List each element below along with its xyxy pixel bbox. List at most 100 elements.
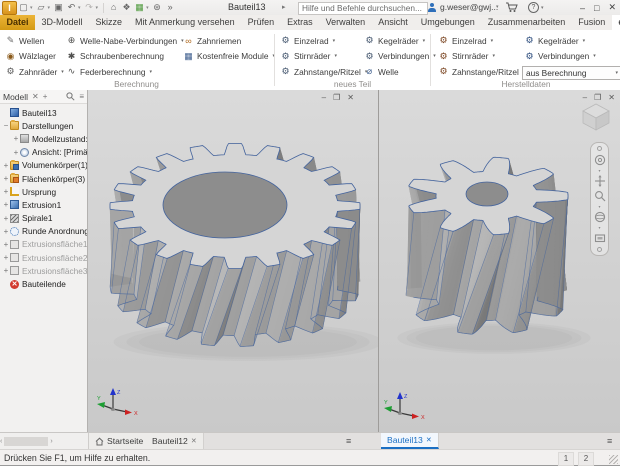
- tree-item-darstellungen[interactable]: − Darstellungen: [0, 119, 87, 132]
- restore-button[interactable]: ❐: [594, 93, 601, 102]
- dropdown-arrow-icon[interactable]: ▾: [492, 53, 495, 59]
- chevron-down-icon[interactable]: ▾: [96, 5, 99, 11]
- ribbon-button-kegelraeder-herstell[interactable]: ⚙ Kegelräder ▾: [522, 33, 620, 49]
- resize-grip[interactable]: [609, 455, 618, 464]
- tree-item-spirale1[interactable]: + Spirale1: [0, 212, 87, 225]
- tab-pruefen[interactable]: Prüfen: [241, 15, 281, 30]
- tree-expander[interactable]: +: [2, 240, 10, 249]
- document-switch-arrow-icon[interactable]: ▸: [282, 0, 286, 15]
- redo-icon[interactable]: ↷: [85, 0, 94, 15]
- user-avatar-icon[interactable]: [427, 3, 436, 12]
- ribbon-button-verbindungen-neu[interactable]: ⚙ Verbindungen ▾: [362, 49, 438, 65]
- tree-expander[interactable]: +: [12, 148, 20, 157]
- tree-item-modellzustand[interactable]: + Modellzustand: [: [0, 132, 87, 145]
- view-cube[interactable]: [578, 100, 614, 132]
- tree-item-extrusionsflaeche1[interactable]: + Extrusionsfläche1: [0, 238, 87, 251]
- viewport-window-left[interactable]: – ❐ ✕ Z Y X: [88, 90, 379, 432]
- pan-icon[interactable]: [594, 175, 606, 187]
- gear-model-small[interactable]: [379, 90, 620, 432]
- tree-expander[interactable]: +: [2, 253, 10, 262]
- tab-skizze[interactable]: Skizze: [89, 15, 129, 30]
- tab-bauteil12[interactable]: Bauteil12 ✕: [146, 433, 204, 449]
- open-file-icon[interactable]: ▱: [37, 0, 46, 15]
- close-button[interactable]: ✕: [608, 93, 615, 102]
- ribbon-button-zahnstange-ritzel-neu[interactable]: ⚙ Zahnstange/Ritzel ▾: [278, 64, 369, 80]
- navbar-handle-icon[interactable]: [597, 146, 602, 151]
- chevron-down-icon[interactable]: ▾: [598, 226, 600, 229]
- tab-zusammenarbeiten[interactable]: Zusammenarbeiten: [481, 15, 572, 30]
- dropdown-arrow-icon[interactable]: ▾: [491, 38, 494, 44]
- store-cart-icon[interactable]: [505, 1, 518, 13]
- tab-umgebungen[interactable]: Umgebungen: [414, 15, 481, 30]
- tree-item-runde-anordnung1[interactable]: + Runde Anordnung1: [0, 225, 87, 238]
- settings-wheel-icon[interactable]: ⊛: [153, 0, 162, 15]
- dropdown-arrow-icon[interactable]: ▾: [583, 38, 586, 44]
- gear-model-large[interactable]: [88, 90, 378, 432]
- scroll-left-icon[interactable]: ‹: [0, 438, 2, 445]
- tab-ansicht[interactable]: Ansicht: [372, 15, 415, 30]
- browser-tab-label[interactable]: Modell: [3, 92, 28, 102]
- chevron-down-icon[interactable]: ▾: [598, 169, 600, 172]
- chevron-down-icon[interactable]: ▾: [496, 0, 499, 15]
- ribbon-button-zahnstange-ritzel-herstell[interactable]: ⚙ Zahnstange/Ritzel ▾: [436, 64, 527, 80]
- tree-expander[interactable]: +: [2, 200, 10, 209]
- chevron-down-icon[interactable]: ▾: [48, 5, 51, 11]
- ribbon-button-waelzlager[interactable]: ◉ Wälzlager: [3, 49, 66, 65]
- viewport-window-right[interactable]: – ❐ ✕ ▾ ▾ ▾: [379, 90, 620, 432]
- search-icon[interactable]: [66, 92, 75, 101]
- app-button[interactable]: I: [2, 1, 17, 15]
- minimize-button[interactable]: –: [583, 93, 587, 102]
- scroll-right-icon[interactable]: ›: [50, 438, 52, 445]
- tab-mit-anmerkung-versehen[interactable]: Mit Anmerkung versehen: [129, 15, 242, 30]
- tree-expander[interactable]: −: [2, 121, 10, 130]
- toolbar-overflow-icon[interactable]: »: [166, 0, 175, 15]
- tree-item-bauteilende[interactable]: ✕ Bauteilende: [0, 277, 87, 290]
- zoom-icon[interactable]: [594, 190, 606, 202]
- close-icon[interactable]: ✕: [191, 437, 197, 445]
- undo-icon[interactable]: ↶: [67, 0, 76, 15]
- minimize-button[interactable]: –: [322, 93, 326, 102]
- home-icon[interactable]: ⌂: [109, 0, 118, 15]
- tree-item-volumenkoerper[interactable]: + Volumenkörper(1): [0, 159, 87, 172]
- look-at-face-icon[interactable]: [594, 232, 606, 244]
- ribbon-button-stirnraeder-neu[interactable]: ⚙ Stirnräder ▾: [278, 49, 369, 65]
- source-dropdown[interactable]: aus Berechnung ▾: [522, 66, 620, 80]
- new-file-icon[interactable]: ▢: [19, 0, 28, 15]
- tab-fusion[interactable]: Fusion: [572, 15, 612, 30]
- dropdown-arrow-icon[interactable]: ▾: [593, 53, 596, 59]
- ribbon-button-schraubenberechnung[interactable]: ✱ Schraubenberechnung: [64, 49, 186, 65]
- ribbon-button-stirnraeder-herstell[interactable]: ⚙ Stirnräder ▾: [436, 49, 527, 65]
- tree-item-ansicht[interactable]: + Ansicht: [Primär: [0, 146, 87, 159]
- viewport-count-2-button[interactable]: 2: [578, 452, 594, 466]
- tab-datei[interactable]: Datei: [0, 15, 35, 30]
- help-menu[interactable]: ? ▾: [528, 0, 544, 15]
- tree-expander[interactable]: +: [2, 174, 10, 183]
- ribbon-button-einzelrad-neu[interactable]: ⚙ Einzelrad ▾: [278, 33, 369, 49]
- close-button[interactable]: ✕: [347, 93, 354, 102]
- add-browser-tab-icon[interactable]: +: [43, 92, 48, 101]
- tree-item-extrusionsflaeche2[interactable]: + Extrusionsfläche2: [0, 251, 87, 264]
- close-button[interactable]: ✕: [608, 2, 616, 13]
- ribbon-button-zahnriemen[interactable]: ∞ Zahnriemen: [181, 33, 277, 49]
- orbit-icon[interactable]: [594, 211, 606, 223]
- material-icon[interactable]: ❖: [122, 0, 131, 15]
- close-icon[interactable]: ✕: [32, 92, 39, 101]
- chevron-down-icon[interactable]: ▾: [146, 5, 149, 11]
- viewport-count-1-button[interactable]: 1: [558, 452, 574, 466]
- tree-expander[interactable]: +: [2, 161, 10, 170]
- tab-verwalten[interactable]: Verwalten: [319, 15, 372, 30]
- tab-startseite[interactable]: Startseite: [89, 433, 150, 449]
- navigation-bar[interactable]: ▾ ▾ ▾: [590, 142, 609, 256]
- tree-item-extrusion1[interactable]: + Extrusion1: [0, 198, 87, 211]
- save-icon[interactable]: ▣: [54, 0, 63, 15]
- tree-expander[interactable]: +: [2, 266, 10, 275]
- maximize-button[interactable]: □: [594, 3, 599, 13]
- close-icon[interactable]: ✕: [426, 436, 432, 444]
- tab-bauteil13[interactable]: Bauteil13 ✕: [381, 433, 439, 449]
- scrollbar-thumb[interactable]: [4, 437, 48, 446]
- tree-expander[interactable]: +: [2, 214, 10, 223]
- chevron-down-icon[interactable]: ▾: [598, 205, 600, 208]
- tree-item-extrusionsflaeche3[interactable]: + Extrusionsfläche3: [0, 264, 87, 277]
- tree-item-root[interactable]: Bauteil13: [0, 106, 87, 119]
- tree-expander[interactable]: +: [12, 134, 20, 143]
